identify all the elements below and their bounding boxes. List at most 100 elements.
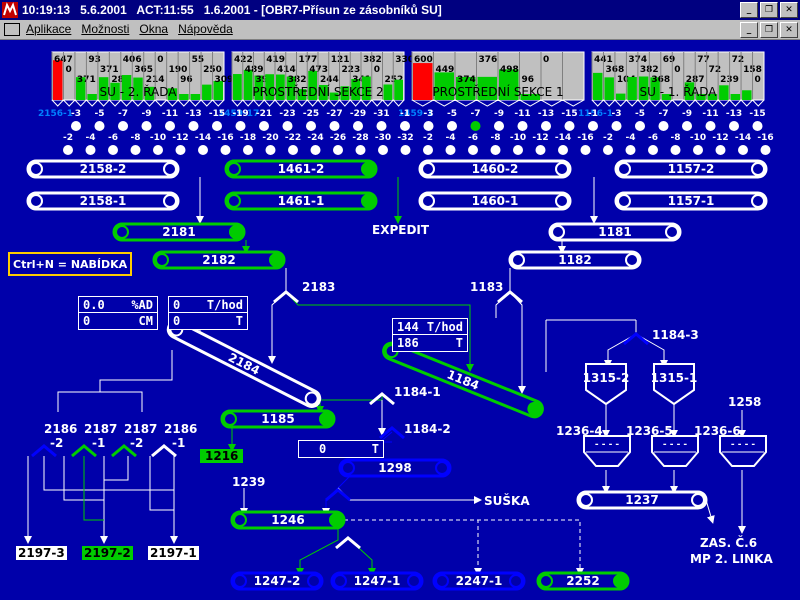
conveyor-2252[interactable]: 2252: [536, 571, 630, 591]
valve-circle[interactable]: [306, 121, 316, 131]
valve-circle[interactable]: [329, 121, 340, 131]
valve-circle[interactable]: [141, 121, 152, 131]
valve-circle[interactable]: [715, 145, 726, 155]
valve-circle[interactable]: [447, 121, 457, 131]
valve-circle[interactable]: [243, 145, 253, 155]
valve-label-top: -15: [561, 109, 577, 119]
tag-1216[interactable]: 1216: [200, 449, 244, 463]
valve-circle[interactable]: [288, 145, 298, 155]
valve-circle[interactable]: [333, 145, 343, 155]
valve-circle[interactable]: [265, 145, 276, 155]
valve-circle[interactable]: [738, 145, 748, 155]
silo-1315-1[interactable]: 1315-1: [651, 363, 698, 406]
valve-circle[interactable]: [378, 145, 388, 155]
conveyor-2181[interactable]: 2181: [112, 222, 246, 242]
valve-circle[interactable]: [188, 121, 199, 131]
conveyor-1246[interactable]: 1246: [230, 510, 346, 530]
conveyor-1237[interactable]: 1237: [576, 490, 708, 510]
valve-circle[interactable]: [693, 145, 703, 155]
hopper-1236-4[interactable]: - - - -: [583, 435, 631, 467]
bunker-value: 449: [436, 65, 455, 75]
tripper-1246[interactable]: [335, 536, 361, 550]
valve-circle[interactable]: [541, 121, 551, 131]
conveyor-2184[interactable]: 2184: [166, 319, 323, 410]
valve-circle[interactable]: [513, 145, 523, 155]
conveyor-1184[interactable]: 1184: [381, 341, 545, 420]
tripper-1298[interactable]: [325, 488, 351, 502]
valve-circle[interactable]: [85, 145, 96, 155]
silo-1315-2[interactable]: 1315-2: [583, 363, 630, 406]
hopper-1236-5[interactable]: - - - -: [651, 435, 699, 467]
valve-circle[interactable]: [153, 145, 163, 155]
valve-circle[interactable]: [282, 121, 293, 131]
valve-circle[interactable]: [494, 121, 504, 131]
conveyor-2182[interactable]: 2182: [152, 250, 286, 270]
tripper-1184-2[interactable]: [379, 426, 405, 440]
valve-circle[interactable]: [376, 121, 387, 131]
valve-circle[interactable]: [682, 121, 692, 131]
valve-circle[interactable]: [220, 145, 231, 155]
valve-circle[interactable]: [535, 145, 546, 155]
valve-circle[interactable]: [175, 145, 186, 155]
valve-circle[interactable]: [130, 145, 141, 155]
valve-circle[interactable]: [588, 121, 598, 131]
valve-circle[interactable]: [198, 145, 208, 155]
valve-circle[interactable]: [108, 145, 118, 155]
valve-circle[interactable]: [423, 145, 433, 155]
valve-circle[interactable]: [658, 121, 669, 131]
valve-circle[interactable]: [355, 145, 366, 155]
conveyor-2247-1[interactable]: 2247-1: [432, 571, 526, 591]
valve-circle[interactable]: [118, 121, 128, 131]
conveyor-1182[interactable]: 1182: [508, 250, 642, 270]
valve-circle[interactable]: [611, 121, 622, 131]
valve-circle[interactable]: [235, 121, 246, 131]
valve-circle[interactable]: [580, 145, 591, 155]
bunker-level-bar: [593, 72, 603, 100]
conveyor-1460-1[interactable]: 1460-1: [418, 191, 572, 211]
valve-circle[interactable]: [625, 145, 636, 155]
valve-circle[interactable]: [259, 121, 269, 131]
valve-circle[interactable]: [490, 145, 501, 155]
tag-2197-2[interactable]: 2197-2: [82, 546, 133, 560]
valve-circle[interactable]: [517, 121, 528, 131]
conveyor-2158-2[interactable]: 2158-2: [26, 159, 180, 179]
hopper-1236-6[interactable]: - - - -: [719, 435, 767, 467]
valve-circle[interactable]: [400, 145, 411, 155]
valve-circle[interactable]: [310, 145, 321, 155]
valve-circle[interactable]: [445, 145, 456, 155]
conveyor-2158-1[interactable]: 2158-1: [26, 191, 180, 211]
conveyor-1461-2[interactable]: 1461-2: [224, 159, 378, 179]
valve-circle[interactable]: [603, 145, 613, 155]
valve-circle[interactable]: [470, 121, 481, 131]
valve-circle[interactable]: [752, 121, 763, 131]
conveyor-1460-2[interactable]: 1460-2: [418, 159, 572, 179]
conveyor-1247-1[interactable]: 1247-1: [330, 571, 424, 591]
valve-circle[interactable]: [558, 145, 568, 155]
valve-circle[interactable]: [353, 121, 363, 131]
conveyor-1181[interactable]: 1181: [548, 222, 682, 242]
conveyor-1461-1[interactable]: 1461-1: [224, 191, 378, 211]
valve-circle[interactable]: [165, 121, 175, 131]
tag-2197-3[interactable]: 2197-3: [16, 546, 67, 560]
tag-2197-1[interactable]: 2197-1: [148, 546, 199, 560]
tripper-2183[interactable]: [273, 290, 299, 304]
valve-circle[interactable]: [564, 121, 575, 131]
conveyor-1247-2[interactable]: 1247-2: [230, 571, 324, 591]
valve-circle[interactable]: [63, 145, 73, 155]
valve-circle[interactable]: [670, 145, 681, 155]
conveyor-1157-1[interactable]: 1157-1: [614, 191, 768, 211]
valve-circle[interactable]: [635, 121, 645, 131]
valve-circle[interactable]: [94, 121, 105, 131]
valve-circle[interactable]: [71, 121, 81, 131]
valve-circle[interactable]: [400, 121, 410, 131]
valve-circle[interactable]: [760, 145, 771, 155]
valve-circle[interactable]: [423, 121, 434, 131]
valve-circle[interactable]: [212, 121, 222, 131]
conveyor-1157-2[interactable]: 1157-2: [614, 159, 768, 179]
conveyor-1185[interactable]: 1185: [220, 409, 336, 429]
valve-circle[interactable]: [648, 145, 658, 155]
valve-circle[interactable]: [729, 121, 739, 131]
valve-circle[interactable]: [705, 121, 716, 131]
valve-circle[interactable]: [468, 145, 478, 155]
conveyor-1298[interactable]: 1298: [338, 458, 452, 478]
